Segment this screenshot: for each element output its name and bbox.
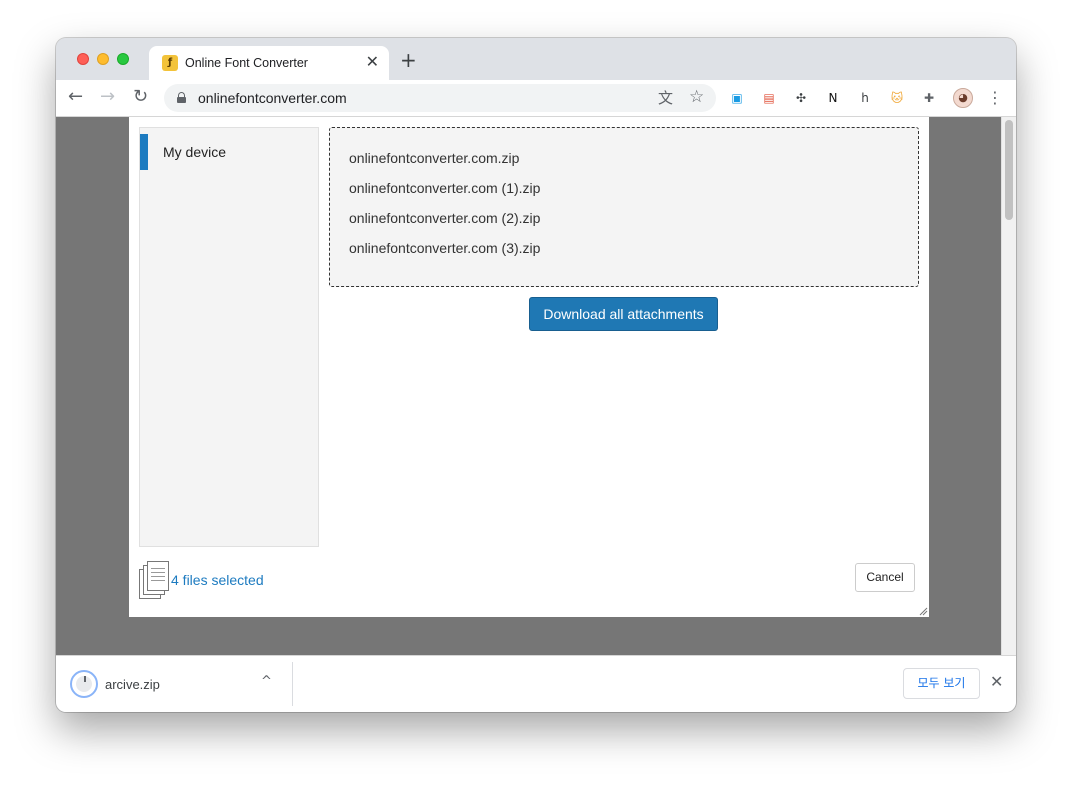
back-icon[interactable]: ← — [68, 87, 83, 107]
tab-strip: ƒ Online Font Converter ✕ + — [56, 38, 1016, 80]
file-drop-area[interactable]: onlinefontconverter.com.zip onlinefontco… — [329, 127, 919, 287]
shelf-divider — [292, 662, 293, 706]
browser-toolbar: ← → ↻ onlinefontconverter.com 文 ☆ ▣ ▤ ✣ Nh 🐱… — [56, 80, 1016, 117]
address-bar[interactable]: onlinefontconverter.com 文 ☆ — [164, 84, 716, 112]
cancel-button[interactable]: Cancel — [855, 563, 915, 592]
sidebar-item-my-device[interactable]: My device — [140, 134, 318, 170]
tab-title: Online Font Converter — [185, 56, 308, 70]
close-tab-icon[interactable]: ✕ — [366, 54, 379, 70]
files-stack-icon — [139, 561, 169, 599]
puzzle-extension-icon[interactable]: ✚ — [920, 89, 938, 107]
show-all-downloads-button[interactable]: 모두 보기 — [903, 668, 980, 699]
resize-grip-icon[interactable] — [919, 607, 928, 616]
close-shelf-icon[interactable]: ✕ — [990, 673, 1003, 691]
calendar-extension-icon[interactable]: ▤ — [760, 89, 778, 107]
scrollbar-thumb[interactable] — [1005, 120, 1013, 220]
reload-icon[interactable]: ↻ — [133, 87, 148, 107]
source-sidebar: My device — [139, 127, 319, 547]
move-extension-icon[interactable]: ✣ — [792, 89, 810, 107]
download-shelf: arcive.zip ^ 모두 보기 ✕ — [56, 655, 1016, 712]
browser-window: ƒ Online Font Converter ✕ + ← → ↻ online… — [56, 38, 1016, 712]
page-scrollbar[interactable] — [1001, 117, 1016, 655]
bookmark-star-icon[interactable]: ☆ — [689, 88, 704, 106]
page-content: My device onlinefontconverter.com.zip on… — [56, 117, 1016, 655]
site-favicon-icon: ƒ — [162, 55, 178, 71]
files-selected-link[interactable]: 4 files selected — [171, 572, 264, 588]
active-indicator — [140, 134, 148, 170]
close-window-button[interactable] — [77, 53, 89, 65]
tab-online-font-converter[interactable]: ƒ Online Font Converter ✕ — [149, 46, 389, 80]
download-file-name[interactable]: arcive.zip — [105, 677, 160, 692]
chevron-up-icon[interactable]: ^ — [261, 674, 272, 689]
profile-avatar[interactable]: ◕ — [953, 88, 973, 108]
minimize-window-button[interactable] — [97, 53, 109, 65]
file-list-item[interactable]: onlinefontconverter.com (1).zip — [349, 180, 540, 196]
notion-extension-icon[interactable]: N — [824, 89, 842, 107]
zoom-window-button[interactable] — [117, 53, 129, 65]
new-tab-button[interactable]: + — [400, 50, 417, 70]
file-picker-dialog: My device onlinefontconverter.com.zip on… — [129, 117, 929, 617]
forward-icon[interactable]: → — [100, 87, 115, 107]
menu-icon[interactable]: ⋮ — [986, 89, 1004, 107]
url-text[interactable]: onlinefontconverter.com — [198, 90, 347, 106]
cat-extension-icon[interactable]: 🐱 — [888, 89, 906, 107]
hypothesis-extension-icon[interactable]: h — [856, 89, 874, 107]
file-list-item[interactable]: onlinefontconverter.com (2).zip — [349, 210, 540, 226]
window-extension-icon[interactable]: ▣ — [728, 89, 746, 107]
lock-icon[interactable] — [177, 92, 186, 103]
sidebar-item-label: My device — [163, 144, 227, 160]
download-progress-icon[interactable] — [70, 670, 98, 698]
translate-icon[interactable]: 文 — [658, 89, 673, 107]
file-list-item[interactable]: onlinefontconverter.com (3).zip — [349, 240, 540, 256]
file-list-item[interactable]: onlinefontconverter.com.zip — [349, 150, 519, 166]
download-all-button[interactable]: Download all attachments — [529, 297, 718, 331]
